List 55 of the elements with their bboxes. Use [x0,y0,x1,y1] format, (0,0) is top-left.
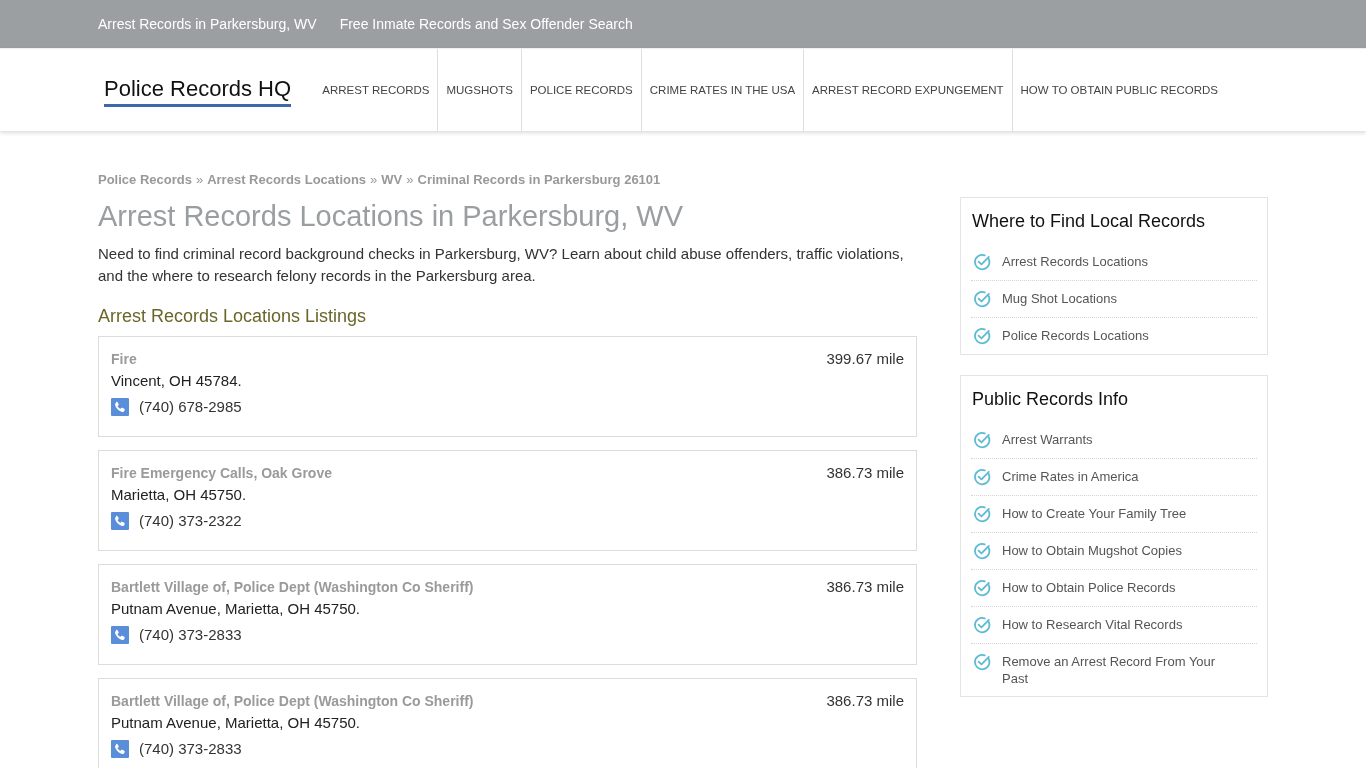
sidebar-link[interactable]: How to Obtain Mugshot Copies [1002,542,1182,559]
listing-distance: 386.73 mile [826,463,904,483]
phone-icon [111,626,129,644]
listing-address: Marietta, OH 45750. [111,485,248,505]
sidebar-link[interactable]: Arrest Warrants [1002,431,1093,448]
nav-link[interactable]: ARREST RECORDS [314,49,438,131]
site-logo[interactable]: Police Records HQ [104,75,292,107]
phone-number: (740) 678-2985 [139,397,242,417]
page-title: Arrest Records Locations in Parkersburg, WV [98,199,685,234]
breadcrumb-separator: » [406,171,414,189]
listing-address: Putnam Avenue, Marietta, OH 45750. [111,599,362,619]
sidebar-link[interactable]: Police Records Locations [1002,327,1149,344]
sidebar-link[interactable]: Remove an Arrest Record From Your Past [1002,653,1229,687]
listing-name: Fire Emergency Calls, Oak Grove [111,464,333,483]
nav-link[interactable]: CRIME RATES IN THE USA [640,49,804,131]
listing-distance: 386.73 mile [826,691,904,711]
sidebar-link[interactable]: How to Obtain Police Records [1002,579,1176,596]
sidebar-link[interactable]: How to Create Your Family Tree [1002,505,1187,522]
breadcrumb-separator: » [195,171,204,189]
check-circle-icon [973,327,991,345]
check-circle-icon [973,653,991,671]
phone-number: (740) 373-2833 [139,739,242,759]
check-circle-icon [973,505,991,523]
sidebar-link[interactable]: Arrest Records Locations [1002,253,1148,270]
check-circle-icon [973,616,991,634]
check-circle-icon [973,542,991,560]
phone-icon [111,740,129,758]
section-heading: Arrest Records Locations Listings [98,305,368,328]
widget-title: Where to Find Local Records [972,210,1207,233]
listing-distance: 386.73 mile [826,577,904,597]
nav-link[interactable]: MUGSHOTS [437,49,521,131]
listing-distance: 399.67 mile [826,349,904,369]
phone-number: (740) 373-2833 [139,625,242,645]
phone-icon [111,512,129,530]
nav-link[interactable]: POLICE RECORDS [520,49,641,131]
intro-text: Need to find criminal record background checks in Parkersburg, WV? Learn about child abuse offenders, traffic violations, and the where to research felony records in the Parkersburg area. [98,244,905,286]
phone-icon [111,398,129,416]
nav-link[interactable]: HOW TO OBTAIN PUBLIC RECORDS [1011,49,1226,131]
nav-link[interactable]: ARREST RECORD EXPUNGEMENT [803,49,1012,131]
widget-title: Public Records Info [972,388,1130,411]
breadcrumb-separator: » [370,171,378,189]
phone-number: (740) 373-2322 [139,511,242,531]
sidebar-link[interactable]: Mug Shot Locations [1002,290,1117,307]
listing-name: Bartlett Village of, Police Dept (Washington Co Sheriff) [111,578,475,597]
listing-name: Fire [111,350,138,369]
sidebar-link[interactable]: How to Research Vital Records [1002,616,1183,633]
check-circle-icon [973,253,991,271]
check-circle-icon [973,468,991,486]
check-circle-icon [973,579,991,597]
sidebar-link[interactable]: Crime Rates in America [1002,468,1139,485]
check-circle-icon [973,431,991,449]
listing-address: Putnam Avenue, Marietta, OH 45750. [111,713,362,733]
listing-name: Bartlett Village of, Police Dept (Washington Co Sheriff) [111,692,475,711]
listing-address: Vincent, OH 45784. [111,371,243,391]
check-circle-icon [973,290,991,308]
